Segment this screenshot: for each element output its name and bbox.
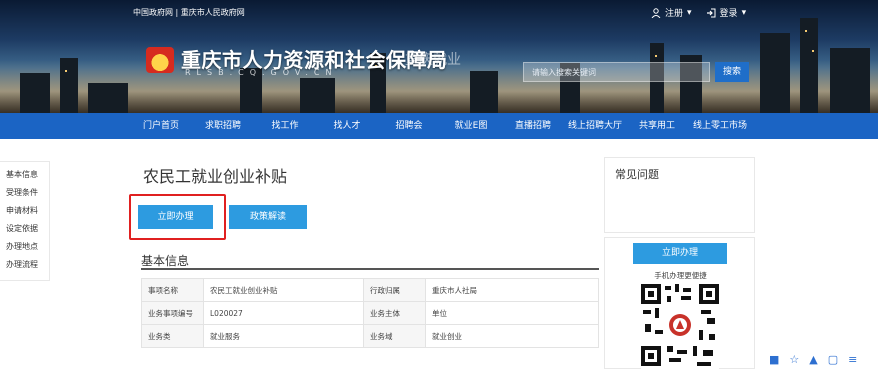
- government-links[interactable]: 中国政府网 | 重庆市人民政府网: [133, 7, 245, 18]
- register-link[interactable]: 注册 ▾: [651, 6, 692, 19]
- side-item-basic-info[interactable]: 基本信息: [6, 166, 49, 184]
- main-navbar: 门户首页 求职招聘 找工作 找人才 招聘会 就业E图 直播招聘 线上招聘大厅 共…: [0, 113, 878, 139]
- search-button[interactable]: 搜索: [715, 62, 749, 82]
- nav-item-gig-market[interactable]: 线上零工市场: [688, 113, 752, 139]
- faq-panel: 常见问题: [604, 157, 755, 233]
- table-row: 业务事项编号 L020027 业务主体 单位: [141, 301, 599, 325]
- nav-item-home[interactable]: 门户首页: [130, 113, 192, 139]
- side-item-process[interactable]: 办理流程: [6, 256, 49, 274]
- header-banner: 中国政府网 | 重庆市人民政府网 注册 ▾ 登录 ▾ 重庆市人力资源和社会保障局…: [0, 0, 878, 113]
- page-title: 农民工就业创业补贴: [143, 167, 288, 186]
- login-label: 登录: [719, 9, 738, 19]
- table-key: 业务主体: [363, 301, 426, 325]
- table-key: 业务域: [363, 324, 426, 348]
- skyline-building: [20, 73, 50, 113]
- nav-item-find-talent[interactable]: 找人才: [316, 113, 378, 139]
- nav-menu: 门户首页 求职招聘 找工作 找人才 招聘会 就业E图 直播招聘 线上招聘大厅 共…: [130, 113, 752, 139]
- table-value: L020027: [203, 301, 364, 325]
- section-title: 基本信息: [141, 254, 190, 268]
- window-light: [812, 50, 814, 52]
- nav-item-employment-map[interactable]: 就业E图: [440, 113, 502, 139]
- share-icon[interactable]: ▢: [828, 353, 838, 366]
- skyline-building: [60, 58, 78, 113]
- side-anchor-nav: 基本信息 受理条件 申请材料 设定依据 办理地点 办理流程: [0, 161, 50, 281]
- skyline-building: [88, 83, 128, 113]
- secondary-brand: 重庆就业: [405, 52, 461, 68]
- register-label: 注册: [665, 9, 684, 19]
- table-row: 业务类 就业服务 业务域 就业创业: [141, 324, 599, 348]
- skyline-building: [300, 78, 335, 113]
- policy-interpretation-button[interactable]: 政策解读: [229, 205, 307, 229]
- login-icon: [706, 8, 716, 17]
- nav-item-online-hall[interactable]: 线上招聘大厅: [564, 113, 626, 139]
- table-value: 单位: [425, 301, 599, 325]
- table-key: 行政归属: [363, 278, 426, 302]
- qr-panel: 立即办理 手机办理更便捷: [604, 237, 755, 370]
- bookmark-icon[interactable]: ■: [769, 353, 779, 366]
- search-input[interactable]: 请输入搜索关键词: [523, 62, 710, 82]
- side-item-materials[interactable]: 申请材料: [6, 202, 49, 220]
- table-key: 事项名称: [141, 278, 204, 302]
- arrow-icon[interactable]: ▲: [809, 353, 817, 366]
- nav-item-shared-labor[interactable]: 共享用工: [626, 113, 688, 139]
- table-value: 重庆市人社局: [425, 278, 599, 302]
- skyline-building: [470, 71, 498, 113]
- table-row: 事项名称 农民工就业创业补贴 行政归属 重庆市人社局: [141, 278, 599, 302]
- star-icon[interactable]: ☆: [789, 353, 799, 366]
- chevron-down-icon: ▾: [741, 7, 747, 18]
- qr-caption: 手机办理更便捷: [654, 271, 707, 280]
- nav-item-jobs-recruit[interactable]: 求职招聘: [192, 113, 254, 139]
- table-key: 业务类: [141, 324, 204, 348]
- sidebar-apply-now-button[interactable]: 立即办理: [633, 243, 727, 264]
- nav-item-job-fair[interactable]: 招聘会: [378, 113, 440, 139]
- window-light: [65, 70, 67, 72]
- highlight-box: [129, 194, 226, 240]
- table-value: 就业创业: [425, 324, 599, 348]
- login-link[interactable]: 登录 ▾: [706, 6, 747, 19]
- skyline-building: [760, 33, 790, 113]
- user-icon: [651, 7, 661, 18]
- table-value: 就业服务: [203, 324, 364, 348]
- side-item-location[interactable]: 办理地点: [6, 238, 49, 256]
- nav-item-find-job[interactable]: 找工作: [254, 113, 316, 139]
- side-item-legal-basis[interactable]: 设定依据: [6, 220, 49, 238]
- chevron-down-icon: ▾: [687, 7, 692, 18]
- window-light: [655, 55, 657, 57]
- section-divider: [141, 268, 599, 270]
- skyline-building: [830, 48, 870, 113]
- side-item-conditions[interactable]: 受理条件: [6, 184, 49, 202]
- user-area: 注册 ▾ 登录 ▾: [651, 6, 746, 19]
- table-key: 业务事项编号: [141, 301, 204, 325]
- window-light: [805, 30, 807, 32]
- qr-code-image: [641, 284, 719, 370]
- nav-item-live-recruit[interactable]: 直播招聘: [502, 113, 564, 139]
- floating-toolbar: ■ ☆ ▲ ▢ ≡: [765, 350, 878, 369]
- national-emblem-logo: [146, 47, 174, 73]
- skyline-building: [800, 18, 818, 113]
- table-value: 农民工就业创业补贴: [203, 278, 364, 302]
- site-subtitle: RLSB.CQ.GOV.CN: [185, 68, 338, 77]
- faq-title: 常见问题: [615, 168, 659, 181]
- basic-info-table: 事项名称 农民工就业创业补贴 行政归属 重庆市人社局 业务事项编号 L02002…: [141, 278, 599, 348]
- menu-icon[interactable]: ≡: [848, 353, 857, 366]
